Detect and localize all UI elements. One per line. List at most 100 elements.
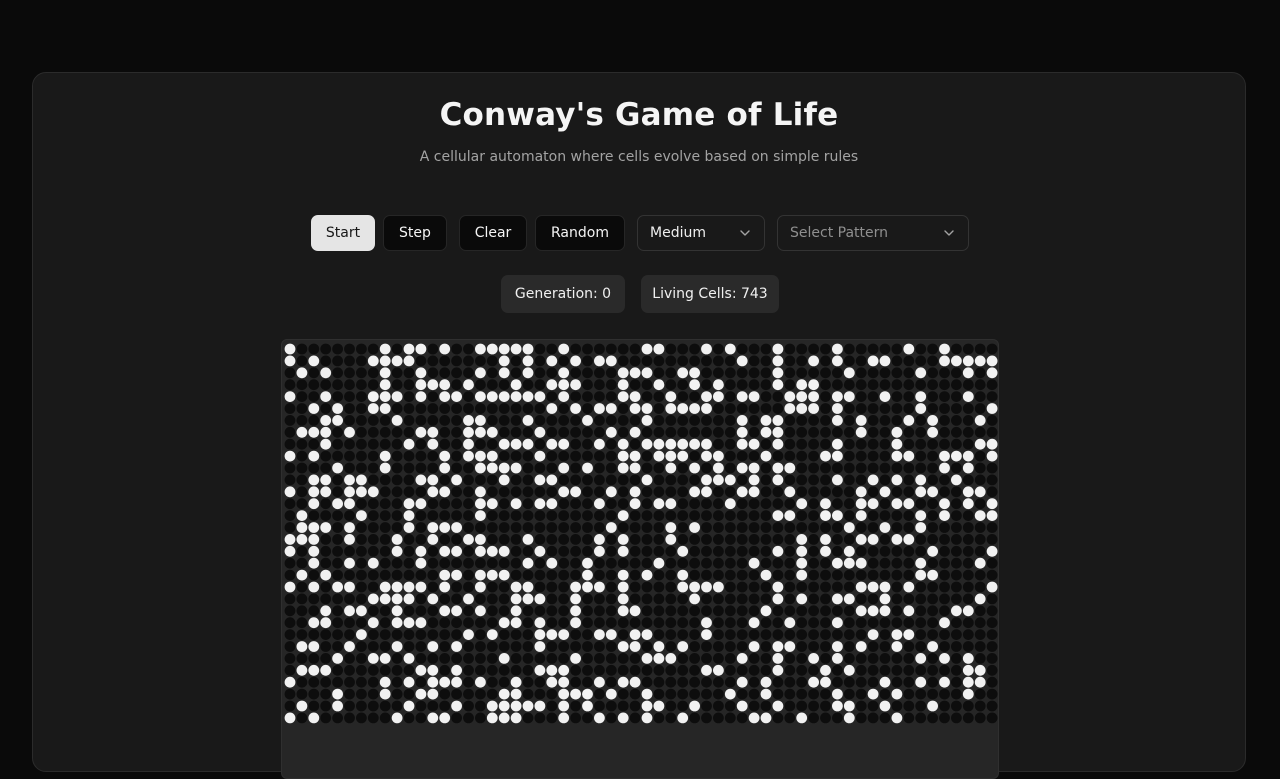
dead-cell[interactable] (546, 391, 558, 402)
dead-cell[interactable] (522, 403, 534, 414)
dead-cell[interactable] (367, 688, 379, 700)
alive-cell[interactable] (522, 415, 534, 426)
alive-cell[interactable] (903, 581, 915, 593)
dead-cell[interactable] (641, 593, 653, 605)
dead-cell[interactable] (843, 498, 855, 510)
alive-cell[interactable] (463, 593, 474, 605)
dead-cell[interactable] (439, 355, 451, 367)
dead-cell[interactable] (510, 367, 522, 379)
alive-cell[interactable] (379, 653, 391, 664)
dead-cell[interactable] (677, 426, 689, 438)
dead-cell[interactable] (641, 534, 653, 545)
dead-cell[interactable] (570, 569, 581, 581)
dead-cell[interactable] (522, 426, 534, 438)
alive-cell[interactable] (748, 557, 760, 569)
alive-cell[interactable] (498, 569, 510, 581)
alive-cell[interactable] (296, 700, 308, 712)
dead-cell[interactable] (665, 557, 677, 569)
alive-cell[interactable] (641, 403, 653, 414)
alive-cell[interactable] (439, 712, 451, 724)
dead-cell[interactable] (641, 462, 653, 474)
dead-cell[interactable] (760, 367, 772, 379)
alive-cell[interactable] (760, 426, 772, 438)
dead-cell[interactable] (522, 629, 534, 640)
dead-cell[interactable] (689, 450, 700, 462)
alive-cell[interactable] (391, 415, 403, 426)
dead-cell[interactable] (534, 379, 546, 391)
dead-cell[interactable] (558, 522, 570, 533)
dead-cell[interactable] (784, 605, 796, 617)
dead-cell[interactable] (284, 641, 296, 652)
dead-cell[interactable] (832, 426, 843, 438)
dead-cell[interactable] (367, 343, 379, 355)
dead-cell[interactable] (546, 450, 558, 462)
dead-cell[interactable] (724, 450, 736, 462)
dead-cell[interactable] (486, 379, 498, 391)
alive-cell[interactable] (879, 355, 891, 367)
alive-cell[interactable] (677, 450, 689, 462)
alive-cell[interactable] (843, 391, 855, 402)
dead-cell[interactable] (903, 617, 915, 629)
dead-cell[interactable] (546, 641, 558, 652)
dead-cell[interactable] (320, 653, 332, 664)
dead-cell[interactable] (736, 379, 748, 391)
dead-cell[interactable] (522, 474, 534, 486)
dead-cell[interactable] (379, 617, 391, 629)
alive-cell[interactable] (356, 474, 367, 486)
alive-cell[interactable] (736, 355, 748, 367)
alive-cell[interactable] (439, 379, 451, 391)
dead-cell[interactable] (689, 557, 700, 569)
dead-cell[interactable] (403, 367, 415, 379)
alive-cell[interactable] (332, 403, 343, 414)
alive-cell[interactable] (558, 391, 570, 402)
dead-cell[interactable] (605, 367, 617, 379)
alive-cell[interactable] (486, 629, 498, 640)
alive-cell[interactable] (915, 569, 927, 581)
dead-cell[interactable] (284, 438, 296, 450)
alive-cell[interactable] (558, 438, 570, 450)
alive-cell[interactable] (939, 450, 950, 462)
dead-cell[interactable] (927, 343, 938, 355)
dead-cell[interactable] (808, 450, 819, 462)
alive-cell[interactable] (522, 343, 534, 355)
dead-cell[interactable] (808, 712, 819, 724)
alive-cell[interactable] (617, 450, 629, 462)
dead-cell[interactable] (427, 498, 439, 510)
dead-cell[interactable] (843, 355, 855, 367)
dead-cell[interactable] (784, 522, 796, 533)
alive-cell[interactable] (546, 664, 558, 676)
dead-cell[interactable] (951, 629, 962, 640)
dead-cell[interactable] (736, 498, 748, 510)
alive-cell[interactable] (855, 426, 867, 438)
alive-cell[interactable] (772, 355, 784, 367)
dead-cell[interactable] (736, 367, 748, 379)
dead-cell[interactable] (594, 605, 605, 617)
dead-cell[interactable] (736, 712, 748, 724)
dead-cell[interactable] (486, 534, 498, 545)
alive-cell[interactable] (498, 700, 510, 712)
alive-cell[interactable] (451, 545, 462, 557)
dead-cell[interactable] (570, 498, 581, 510)
dead-cell[interactable] (308, 629, 320, 640)
dead-cell[interactable] (677, 664, 689, 676)
dead-cell[interactable] (379, 700, 391, 712)
alive-cell[interactable] (367, 486, 379, 498)
alive-cell[interactable] (962, 486, 974, 498)
dead-cell[interactable] (832, 498, 843, 510)
alive-cell[interactable] (736, 486, 748, 498)
alive-cell[interactable] (594, 534, 605, 545)
alive-cell[interactable] (689, 522, 700, 533)
dead-cell[interactable] (927, 462, 938, 474)
alive-cell[interactable] (617, 569, 629, 581)
alive-cell[interactable] (641, 688, 653, 700)
dead-cell[interactable] (486, 581, 498, 593)
dead-cell[interactable] (463, 605, 474, 617)
dead-cell[interactable] (843, 426, 855, 438)
alive-cell[interactable] (510, 343, 522, 355)
dead-cell[interactable] (939, 569, 950, 581)
dead-cell[interactable] (463, 557, 474, 569)
dead-cell[interactable] (605, 391, 617, 402)
dead-cell[interactable] (903, 688, 915, 700)
dead-cell[interactable] (796, 486, 808, 498)
dead-cell[interactable] (713, 676, 724, 688)
